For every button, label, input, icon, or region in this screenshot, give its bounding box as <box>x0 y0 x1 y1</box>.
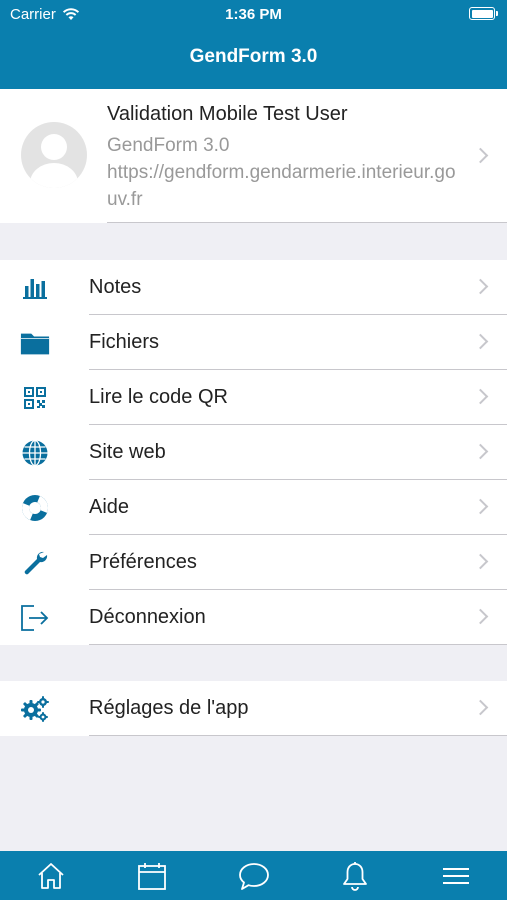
menu-item-qr-code[interactable]: Lire le code QR <box>0 370 507 425</box>
profile-cell[interactable]: Validation Mobile Test User GendForm 3.0… <box>0 89 507 223</box>
menu-item-label: Réglages de l'app <box>89 697 249 719</box>
menu-item-label: Lire le code QR <box>89 386 228 408</box>
menu-item-label: Préférences <box>89 551 197 573</box>
chevron-right-icon <box>472 333 489 350</box>
profile-url: https://gendform.gendarmerie.interieur.g… <box>107 162 456 210</box>
lifebuoy-icon <box>20 493 50 523</box>
avatar <box>21 122 87 188</box>
tab-menu[interactable] <box>439 859 473 893</box>
wrench-icon <box>20 548 50 578</box>
page-title: GendForm 3.0 <box>189 46 318 67</box>
top-bar: Carrier 1:36 PM GendForm 3.0 <box>0 0 507 89</box>
qr-code-icon <box>20 383 50 413</box>
chat-icon <box>239 863 269 890</box>
menu-item-notes[interactable]: Notes <box>0 260 507 315</box>
menu-item-label: Site web <box>89 441 166 463</box>
gears-icon <box>20 694 50 724</box>
menu-item-aide[interactable]: Aide <box>0 480 507 535</box>
home-icon <box>38 863 64 889</box>
logout-icon <box>20 603 50 633</box>
globe-icon <box>20 438 50 468</box>
menu-item-label: Fichiers <box>89 331 160 353</box>
chevron-right-icon <box>472 147 489 164</box>
tab-chat[interactable] <box>237 859 271 893</box>
divider <box>107 222 507 223</box>
chevron-right-icon <box>472 388 489 405</box>
divider <box>89 644 507 645</box>
calendar-icon <box>138 863 166 890</box>
battery-icon <box>469 7 498 20</box>
menu-item-deconnexion[interactable]: Déconnexion <box>0 590 507 645</box>
menu-item-label: Déconnexion <box>89 606 206 628</box>
divider <box>89 735 507 736</box>
menu-icon <box>443 868 469 884</box>
chevron-right-icon <box>472 498 489 515</box>
tab-bar <box>0 851 507 900</box>
clock: 1:36 PM <box>225 6 282 23</box>
chevron-right-icon <box>472 608 489 625</box>
tab-notifications[interactable] <box>338 859 372 893</box>
chevron-right-icon <box>472 443 489 460</box>
status-bar: Carrier 1:36 PM <box>0 0 507 28</box>
bar-chart-icon <box>20 273 50 303</box>
settings-menu: Réglages de l'app <box>0 681 507 736</box>
profile-details: GendForm 3.0 https://gendform.gendarmeri… <box>107 132 457 213</box>
tab-home[interactable] <box>34 859 68 893</box>
chevron-right-icon <box>472 699 489 716</box>
profile-name: Validation Mobile Test User <box>107 103 348 125</box>
menu-item-fichiers[interactable]: Fichiers <box>0 315 507 370</box>
bell-icon <box>343 862 367 891</box>
menu-item-label: Notes <box>89 276 142 298</box>
menu-item-site-web[interactable]: Site web <box>0 425 507 480</box>
menu-item-label: Aide <box>89 496 130 518</box>
folder-icon <box>20 328 50 358</box>
chevron-right-icon <box>472 278 489 295</box>
menu-item-app-settings[interactable]: Réglages de l'app <box>0 681 507 736</box>
profile-app: GendForm 3.0 <box>107 135 230 156</box>
tab-calendar[interactable] <box>135 859 169 893</box>
chevron-right-icon <box>472 553 489 570</box>
main-menu: Notes Fichiers Lire le code QR Site web … <box>0 260 507 645</box>
menu-item-preferences[interactable]: Préférences <box>0 535 507 590</box>
